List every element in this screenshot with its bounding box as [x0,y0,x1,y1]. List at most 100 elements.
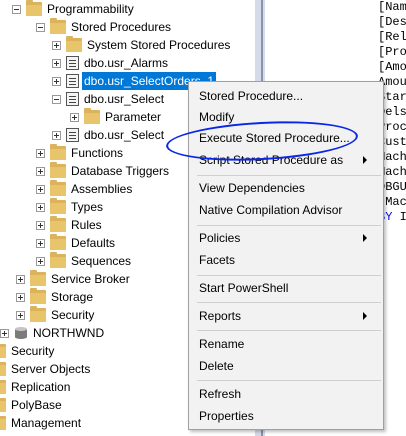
tree-node-management[interactable]: Management [0,414,81,432]
code-text: I [392,210,406,224]
tree-node-service-broker[interactable]: Service Broker [16,270,130,288]
folder-icon [30,306,46,322]
menu-item-rename[interactable]: Rename [199,334,244,354]
expand-icon[interactable] [0,328,9,338]
tree-node-label: Functions [71,146,124,160]
tree-node-label: Parameter [105,110,162,124]
expand-icon[interactable] [70,112,79,122]
tree-node-security[interactable]: Security [0,342,54,360]
code-line: [Name [378,0,406,14]
tree-node-programmability[interactable]: Programmability [12,0,134,18]
folder-icon [0,362,6,376]
folder-icon [0,416,6,430]
tree-node-label: Assemblies [71,182,133,196]
menu-item-reports[interactable]: Reports [199,306,375,326]
tree-node-label: Types [71,200,104,214]
tree-node-types[interactable]: Types [36,198,103,216]
tree-node-label: NORTHWND [33,326,105,340]
expand-icon[interactable] [36,238,45,248]
code-line: [Amou [378,60,406,74]
expand-icon[interactable] [36,256,45,266]
tree-node-parameters[interactable]: Parameter [70,108,161,126]
collapse-icon[interactable] [36,22,45,32]
tree-node-database-triggers[interactable]: Database Triggers [36,162,169,180]
submenu-arrow-icon [363,234,367,242]
tree-node-storage[interactable]: Storage [16,288,93,306]
tree-node-northwnd[interactable]: NORTHWND [0,324,104,342]
tree-node-label: Server Objects [11,362,91,376]
menu-separator [197,302,381,303]
tree-node-label: Replication [11,380,71,394]
tree-node-defaults[interactable]: Defaults [36,234,115,252]
folder-icon [50,234,66,250]
stored-procedure-icon [66,92,79,106]
folder-icon [0,344,6,358]
menu-separator [197,330,381,331]
tree-node-system-stored-procedures[interactable]: System Stored Procedures [52,36,230,54]
tree-node-usr-select-3[interactable]: dbo.usr_Select [52,126,164,144]
expand-icon[interactable] [52,58,61,68]
folder-icon [0,398,6,412]
tree-node-replication[interactable]: Replication [0,378,70,396]
menu-separator [197,275,381,276]
tree-node-db-security[interactable]: Security [16,306,94,324]
expand-icon[interactable] [36,148,45,158]
folder-icon [50,216,66,232]
tree-node-label: Sequences [71,254,132,268]
folder-icon [50,162,66,178]
code-line: [Desc [378,15,406,29]
folder-icon [50,252,66,268]
menu-item-delete[interactable]: Delete [199,356,234,376]
submenu-arrow-icon [363,312,367,320]
expand-icon[interactable] [16,274,25,284]
expand-icon[interactable] [52,130,61,140]
expand-icon[interactable] [36,166,45,176]
menu-item-label: Policies [199,231,241,245]
expand-icon[interactable] [36,220,45,230]
tree-node-functions[interactable]: Functions [36,144,123,162]
folder-icon [30,270,46,286]
code-line: [Proc [378,45,406,59]
menu-item-start-powershell[interactable]: Start PowerShell [199,278,288,298]
menu-item-native-compilation-advisor[interactable]: Native Compilation Advisor [199,200,342,220]
tree-node-label: Programmability [47,2,134,16]
menu-item-policies[interactable]: Policies [199,228,375,248]
menu-item-view-dependencies[interactable]: View Dependencies [199,178,305,198]
tree-node-usr-alarms[interactable]: dbo.usr_Alarms [52,54,168,72]
expand-icon[interactable] [36,184,45,194]
tree-node-label: Management [11,416,82,430]
folder-icon [26,0,42,16]
tree-node-stored-procedures[interactable]: Stored Procedures [36,18,171,36]
tree-node-rules[interactable]: Rules [36,216,102,234]
tree-node-server-objects[interactable]: Server Objects [0,360,90,378]
folder-icon [66,36,82,52]
database-icon [14,326,28,340]
menu-item-facets[interactable]: Facets [199,250,235,270]
expand-icon[interactable] [16,292,25,302]
collapse-icon[interactable] [52,94,61,104]
expand-icon[interactable] [36,202,45,212]
menu-item-refresh[interactable]: Refresh [199,384,241,404]
tree-node-label: Defaults [71,236,116,250]
expand-icon[interactable] [52,40,61,50]
tree-node-usr-select-2[interactable]: dbo.usr_Select [52,90,164,108]
tree-node-label: Storage [51,290,94,304]
collapse-icon[interactable] [12,4,21,14]
tree-node-label: Service Broker [51,272,130,286]
tree-node-label: Database Triggers [71,164,170,178]
menu-separator [197,175,381,176]
tree-node-label: dbo.usr_Select [84,92,165,106]
folder-icon [50,18,66,34]
tree-node-assemblies[interactable]: Assemblies [36,180,132,198]
expand-icon[interactable] [52,76,61,86]
tree-node-polybase[interactable]: PolyBase [0,396,62,414]
menu-item-stored-procedure[interactable]: Stored Procedure... [199,86,303,106]
submenu-arrow-icon [363,156,367,164]
menu-separator [197,380,381,381]
folder-icon [30,288,46,304]
tree-node-label: System Stored Procedures [87,38,231,52]
tree-node-sequences[interactable]: Sequences [36,252,131,270]
menu-item-properties[interactable]: Properties [199,406,254,426]
code-line: [Relo [378,30,406,44]
expand-icon[interactable] [16,310,25,320]
